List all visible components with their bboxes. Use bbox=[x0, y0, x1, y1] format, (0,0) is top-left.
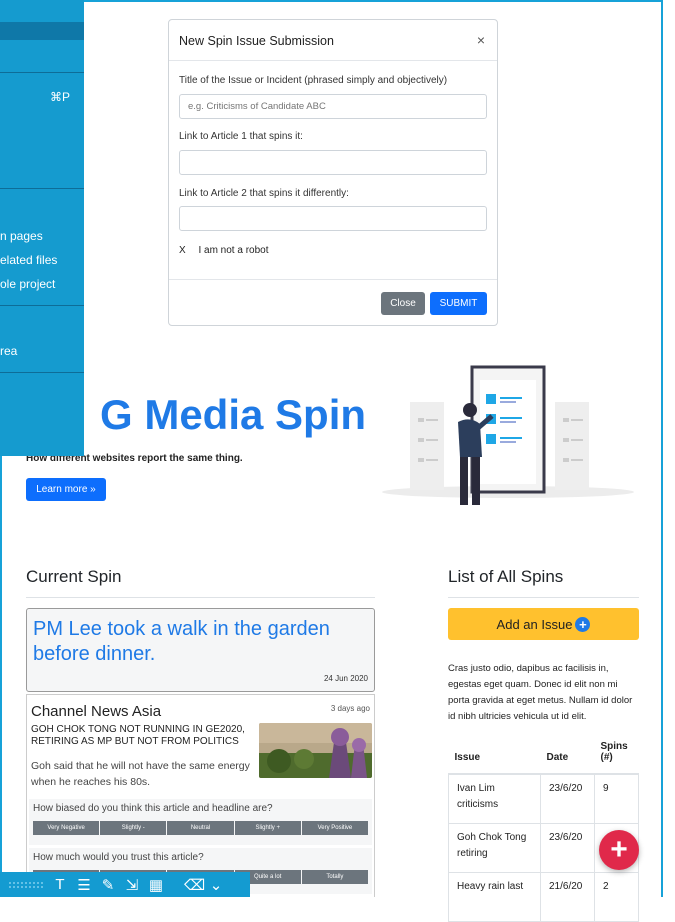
submit-button[interactable]: SUBMIT bbox=[430, 292, 487, 315]
bias-question-text: How biased do you think this article and… bbox=[33, 803, 273, 814]
robot-check[interactable]: X I am not a robot bbox=[179, 245, 269, 256]
bias-very-negative-button[interactable]: Very Negative bbox=[33, 821, 100, 835]
side-menu-highlight-bar bbox=[0, 22, 84, 40]
bias-neutral-button[interactable]: Neutral bbox=[167, 821, 234, 835]
plus-circle-icon: + bbox=[575, 616, 591, 632]
table-cell-issue: Goh Chok Tong retiring bbox=[448, 823, 541, 873]
current-spin-divider bbox=[26, 597, 375, 598]
article-card: Channel News Asia 3 days ago GOH CHOK TO… bbox=[26, 694, 375, 897]
all-spins-divider bbox=[448, 597, 639, 598]
table-icon[interactable]: ▦ bbox=[148, 876, 164, 894]
column-header-spins[interactable]: Spins (#) bbox=[594, 737, 639, 775]
table-cell-spins: 2 bbox=[594, 872, 639, 922]
article2-link-input[interactable] bbox=[179, 206, 487, 231]
close-icon[interactable]: × bbox=[477, 32, 485, 48]
menu-item-area[interactable]: rea bbox=[0, 344, 17, 358]
trust-totally-button[interactable]: Totally bbox=[301, 870, 369, 884]
spins-table: Issue Date Spins (#) Ivan Lim criticisms… bbox=[448, 737, 639, 922]
editor-toolbar: T ☰ ✎ ⇲ ▦ ⌫ ⌄ bbox=[0, 872, 250, 897]
table-cell-issue: Ivan Lim criticisms bbox=[448, 773, 541, 824]
modal-title: New Spin Issue Submission bbox=[179, 34, 334, 48]
current-spin-heading: Current Spin bbox=[26, 567, 122, 586]
new-spin-modal: New Spin Issue Submission × Title of the… bbox=[168, 19, 498, 326]
article-body: Goh said that he will not have the same … bbox=[31, 760, 250, 788]
add-issue-button[interactable]: Add an Issue + bbox=[448, 608, 639, 640]
side-menu-divider bbox=[0, 72, 84, 73]
issue-title-label: Title of the Issue or Incident (phrased … bbox=[179, 75, 448, 86]
issue-title-input[interactable] bbox=[179, 94, 487, 119]
table-header-row: Issue Date Spins (#) bbox=[448, 737, 639, 775]
menu-item-whole-project[interactable]: ole project bbox=[0, 277, 55, 291]
sliders-icon[interactable]: ☰ bbox=[76, 876, 92, 894]
bias-slightly-positive-button[interactable]: Slightly + bbox=[234, 821, 301, 835]
menu-item-pages[interactable]: n pages bbox=[0, 229, 43, 243]
side-menu-divider bbox=[0, 372, 84, 373]
table-cell-date: 23/6/20 bbox=[540, 823, 595, 873]
hero-illustration bbox=[382, 365, 634, 505]
article-source: Channel News Asia bbox=[31, 703, 162, 720]
brush-icon[interactable]: ✎ bbox=[100, 876, 116, 894]
add-issue-label: Add an Issue bbox=[496, 616, 573, 632]
robot-checkbox-mark[interactable]: X bbox=[179, 245, 186, 256]
learn-more-button[interactable]: Learn more » bbox=[26, 478, 106, 501]
floating-add-button[interactable]: + bbox=[599, 830, 639, 870]
headline-card[interactable]: PM Lee took a walk in the garden before … bbox=[26, 608, 375, 692]
menu-item-related-files[interactable]: elated files bbox=[0, 253, 57, 267]
article1-link-label: Link to Article 1 that spins it: bbox=[179, 131, 303, 142]
menu-shortcut[interactable]: ⌘P bbox=[50, 90, 70, 104]
article-thumbnail[interactable] bbox=[259, 723, 372, 778]
spins-description: Cras justo odio, dapibus ac facilisis in… bbox=[448, 663, 633, 722]
chevron-down-icon[interactable]: ⌄ bbox=[208, 876, 224, 894]
table-cell-date: 21/6/20 bbox=[540, 872, 595, 922]
drag-handle-icon[interactable] bbox=[8, 880, 44, 889]
modal-footer-divider bbox=[169, 279, 497, 280]
bias-slightly-negative-button[interactable]: Slightly - bbox=[100, 821, 167, 835]
close-button[interactable]: Close bbox=[381, 292, 425, 315]
article-title[interactable]: GOH CHOK TONG NOT RUNNING IN GE2020, RET… bbox=[31, 724, 255, 748]
table-cell-spins: 9 bbox=[594, 773, 639, 824]
side-menu-divider bbox=[0, 188, 84, 189]
side-menu-panel: ⌘P n pages elated files ole project rea bbox=[0, 0, 84, 456]
robot-check-label: I am not a robot bbox=[198, 245, 269, 256]
export-icon[interactable]: ⇲ bbox=[124, 876, 140, 894]
column-header-issue[interactable]: Issue bbox=[448, 737, 541, 775]
trash-icon[interactable]: ⌫ bbox=[184, 876, 205, 894]
bias-question: How biased do you think this article and… bbox=[29, 799, 372, 845]
article-age: 3 days ago bbox=[330, 704, 370, 713]
all-spins-heading: List of All Spins bbox=[448, 567, 564, 586]
hero-title: G Media Spin bbox=[100, 391, 367, 438]
bias-very-positive-button[interactable]: Very Positive bbox=[301, 821, 369, 835]
column-header-date[interactable]: Date bbox=[540, 737, 595, 775]
table-cell-issue: Heavy rain last bbox=[448, 872, 541, 922]
article2-link-label: Link to Article 2 that spins it differen… bbox=[179, 188, 349, 199]
article1-link-input[interactable] bbox=[179, 150, 487, 175]
text-icon[interactable]: T bbox=[52, 876, 68, 893]
table-row[interactable]: Heavy rain last 21/6/20 2 bbox=[448, 872, 639, 922]
modal-header-divider bbox=[169, 60, 497, 61]
headline-text: PM Lee took a walk in the garden before … bbox=[33, 618, 330, 665]
bias-scale: Very Negative Slightly - Neutral Slightl… bbox=[33, 821, 369, 835]
trust-question-text: How much would you trust this article? bbox=[33, 852, 204, 863]
table-row[interactable]: Ivan Lim criticisms 23/6/20 9 bbox=[448, 773, 639, 824]
headline-date: 24 Jun 2020 bbox=[323, 674, 368, 683]
side-menu-divider bbox=[0, 305, 84, 306]
table-cell-date: 23/6/20 bbox=[540, 773, 595, 824]
